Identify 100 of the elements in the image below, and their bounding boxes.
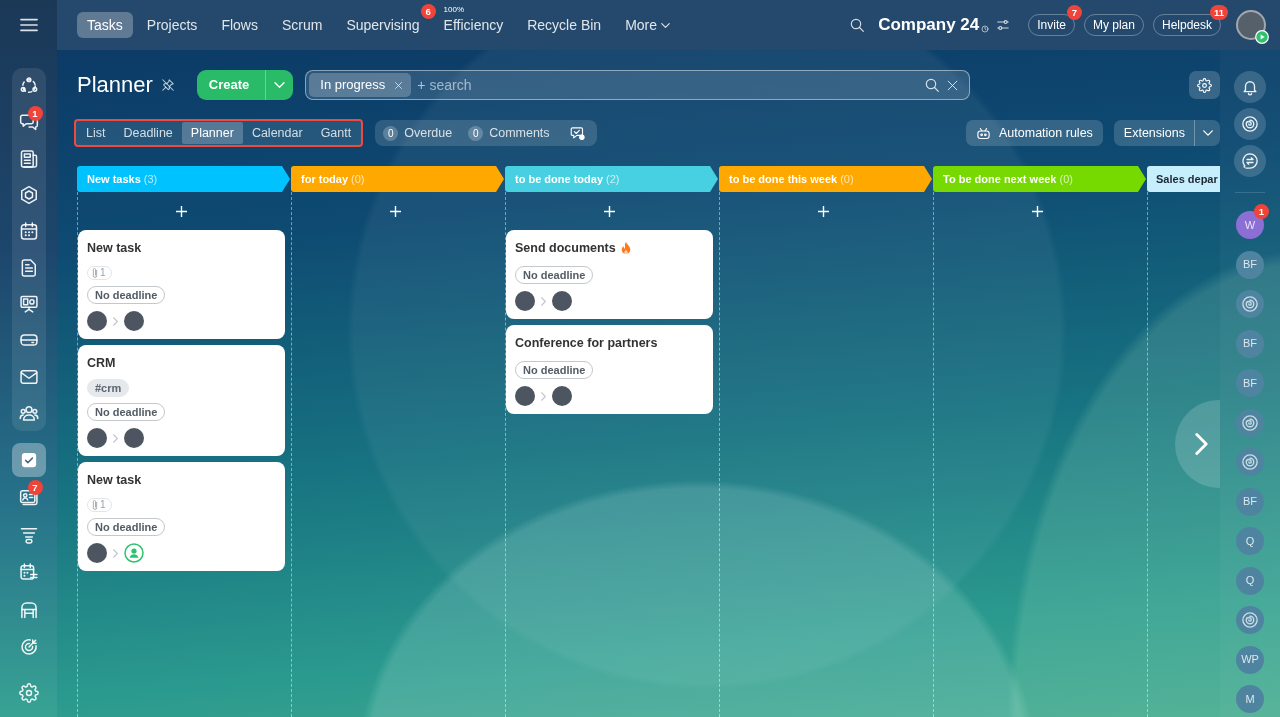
- caret-icon: [274, 82, 286, 88]
- avatar[interactable]: [87, 543, 107, 563]
- counter-filter[interactable]: 0 Comments: [468, 123, 550, 143]
- presentation-board-icon[interactable]: [18, 293, 39, 314]
- chat-check-icon[interactable]: [569, 125, 585, 141]
- view-tab[interactable]: Calendar: [242, 122, 312, 144]
- avatar-initials[interactable]: BF: [1236, 329, 1264, 358]
- avatar-initials[interactable]: WP: [1236, 645, 1264, 674]
- swirl-icon[interactable]: [1234, 108, 1266, 140]
- chat-bubbles-icon[interactable]: [18, 112, 39, 133]
- calendar-icon[interactable]: [18, 221, 39, 242]
- chat-arrows-icon[interactable]: [1234, 145, 1266, 177]
- swirl-icon[interactable]: [1236, 290, 1264, 318]
- add-filter-sign[interactable]: +: [417, 74, 426, 96]
- notification-badge: 11: [1209, 5, 1228, 20]
- checkbox-icon[interactable]: [11, 442, 46, 477]
- settings-button[interactable]: [1189, 71, 1220, 99]
- nav-tab[interactable]: Projects: [136, 12, 208, 38]
- column-count: (2): [606, 171, 620, 187]
- percent-label: 100%: [443, 5, 464, 14]
- avatar-initials[interactable]: BF: [1236, 487, 1264, 516]
- avatar[interactable]: [552, 291, 572, 311]
- view-tab[interactable]: Deadline: [114, 122, 182, 144]
- avatar[interactable]: [515, 291, 535, 311]
- avatar-initials[interactable]: BF: [1236, 369, 1264, 397]
- chevron-right-icon: [113, 548, 118, 558]
- column-header[interactable]: Sales depar: [1147, 166, 1220, 192]
- counter-filter[interactable]: 0 Overdue: [383, 123, 453, 143]
- view-tab[interactable]: List: [77, 122, 115, 144]
- avatar[interactable]: [124, 311, 144, 331]
- nav-tab[interactable]: Scrum: [271, 12, 333, 38]
- nav-tab[interactable]: Tasks: [77, 12, 133, 38]
- task-card[interactable]: Send documents No deadline: [506, 230, 713, 319]
- avatar[interactable]: [87, 311, 107, 331]
- count-badge: 0: [468, 125, 484, 141]
- task-card[interactable]: New task 1 No deadline: [78, 230, 285, 339]
- close-icon[interactable]: [394, 80, 404, 90]
- column-title: to be done this week: [729, 171, 838, 187]
- tag-label[interactable]: #crm: [87, 379, 130, 397]
- plus-icon[interactable]: [390, 205, 401, 217]
- create-menu-button[interactable]: [265, 70, 294, 100]
- close-icon[interactable]: [946, 78, 960, 92]
- card-title: Conference for partners: [515, 335, 658, 351]
- play-badge-icon: [1255, 30, 1269, 44]
- notification-badge: 7: [27, 480, 43, 496]
- task-card[interactable]: Conference for partners No deadline: [506, 325, 713, 414]
- count-badge: 0: [383, 125, 399, 141]
- avatar[interactable]: [515, 386, 535, 406]
- target-icon[interactable]: [18, 637, 39, 658]
- notification-badge: 6: [420, 4, 436, 19]
- avatar[interactable]: [124, 428, 144, 448]
- sliders-icon[interactable]: [996, 18, 1011, 32]
- chevron-right-icon: [113, 433, 118, 443]
- avatar-initials[interactable]: Q: [1236, 527, 1264, 555]
- chevron-right-icon: [541, 296, 546, 306]
- column-title: for today: [301, 171, 349, 187]
- avatar-initials[interactable]: Q: [1236, 566, 1264, 595]
- attachment-count: 1: [100, 267, 106, 279]
- task-card[interactable]: New task 1 No deadline: [78, 462, 285, 571]
- plus-icon[interactable]: [176, 205, 187, 217]
- calendar-list-icon[interactable]: [18, 562, 39, 583]
- search-icon[interactable]: [849, 17, 866, 33]
- nav-tab[interactable]: Efficiency: [433, 12, 514, 38]
- nav-tab[interactable]: Recycle Bin: [517, 12, 612, 38]
- card-title: New task: [87, 240, 142, 256]
- task-card[interactable]: CRM #crm No deadline: [78, 345, 285, 456]
- automation-rules-button[interactable]: Automation rules: [966, 120, 1103, 146]
- filter-chip[interactable]: In progress: [309, 73, 412, 97]
- search-icon[interactable]: [924, 77, 941, 93]
- company-name[interactable]: Company 24: [878, 12, 980, 38]
- avatar[interactable]: [552, 386, 572, 406]
- contact-card-icon[interactable]: [18, 487, 39, 508]
- menu-icon[interactable]: [19, 18, 38, 32]
- column-count: (0): [1059, 171, 1073, 187]
- view-tab[interactable]: Gantt: [311, 122, 361, 144]
- notification-badge: 7: [1066, 5, 1082, 20]
- plus-icon[interactable]: [818, 205, 829, 217]
- newspaper-icon[interactable]: [18, 148, 39, 169]
- clock-icon: [981, 25, 990, 33]
- avatar-initials[interactable]: BF: [1236, 250, 1264, 279]
- search-field[interactable]: In progress + search: [305, 70, 971, 100]
- card-title: New task: [87, 472, 142, 488]
- nav-tab[interactable]: Flows: [211, 12, 268, 38]
- chevron-right-icon: [541, 391, 546, 401]
- view-tab[interactable]: Planner: [181, 122, 243, 144]
- avatar[interactable]: [87, 428, 107, 448]
- nav-tab[interactable]: More: [615, 12, 681, 38]
- extensions-button[interactable]: Extensions: [1113, 120, 1194, 146]
- hexagon-icon[interactable]: [18, 185, 39, 206]
- avatar-initials[interactable]: M: [1236, 685, 1264, 713]
- settings-icon[interactable]: [18, 683, 39, 703]
- plus-icon[interactable]: [1032, 205, 1043, 217]
- bell-icon[interactable]: [1234, 71, 1266, 103]
- user-avatar[interactable]: [1236, 10, 1266, 40]
- caret-icon: [1202, 130, 1213, 136]
- attachment-count: 1: [100, 499, 106, 511]
- plus-icon[interactable]: [604, 205, 615, 217]
- column-count: (3): [143, 171, 158, 187]
- storefront-icon[interactable]: [18, 599, 39, 620]
- pin-icon[interactable]: [160, 78, 175, 92]
